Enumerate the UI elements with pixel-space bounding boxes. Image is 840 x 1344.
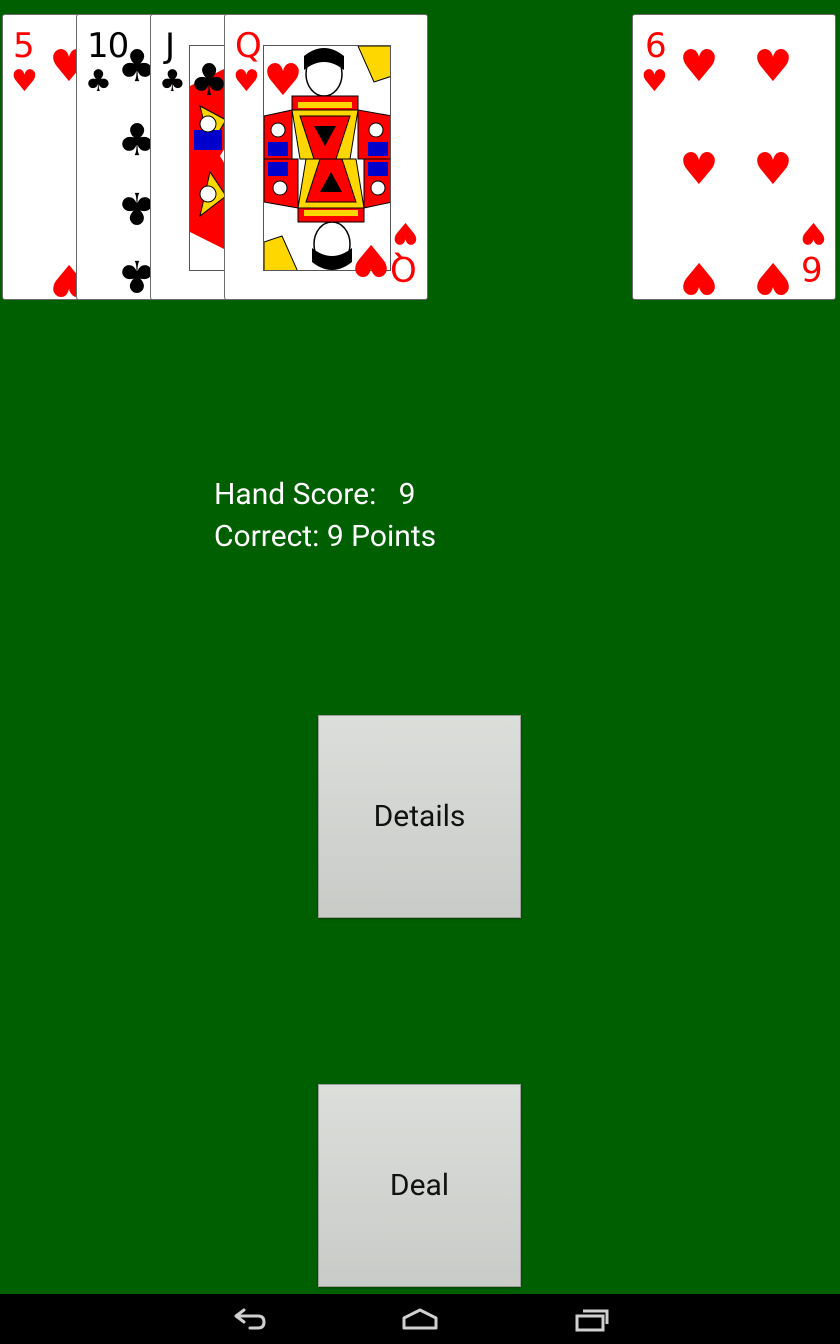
details-button[interactable]: Details [318, 715, 521, 918]
heart-icon: ♥ [679, 41, 719, 92]
card-rank: 6 [645, 26, 667, 66]
recent-apps-icon[interactable] [571, 1304, 611, 1334]
deal-button[interactable]: Deal [318, 1084, 521, 1287]
hand-score-text: Hand Score: 9 [214, 477, 416, 512]
hand-card-4[interactable]: Q ♥ Q ♥ ♥ ♥ [224, 14, 428, 300]
score-panel: Hand Score: 9 Correct: 9 Points [214, 474, 436, 558]
heart-icon: ♥ [392, 215, 419, 250]
heart-icon: ♥ [263, 55, 303, 106]
correct-score-text: Correct: 9 Points [214, 519, 437, 554]
heart-icon: ♥ [800, 215, 827, 250]
heart-icon: ♥ [753, 41, 793, 92]
heart-icon: ♥ [11, 64, 38, 99]
deal-button-label: Deal [389, 1168, 450, 1203]
card-rank: J [165, 26, 175, 66]
club-icon: ♣ [159, 64, 186, 99]
card-rank: Q [391, 248, 417, 288]
heart-icon: ♥ [641, 64, 668, 99]
heart-icon: ♥ [679, 144, 719, 195]
heart-icon: ♥ [753, 252, 793, 300]
club-icon: ♣ [85, 64, 112, 99]
navigation-bar [0, 1294, 840, 1344]
heart-icon: ♥ [679, 252, 719, 300]
home-icon[interactable] [400, 1304, 440, 1334]
card-rank: Q [235, 26, 262, 66]
heart-icon: ♥ [351, 234, 391, 285]
card-table: 5 ♥ ♥ ♥ 10 ♣ ♣ ♣ ♣ ♣ J ♣ ♣ Q ♥ Q ♥ ♥ ♥ 6… [0, 0, 840, 1294]
card-rank: 6 [802, 248, 823, 288]
heart-icon: ♥ [753, 144, 793, 195]
card-rank: 5 [13, 26, 35, 66]
details-button-label: Details [373, 799, 466, 834]
back-icon[interactable] [230, 1304, 270, 1334]
heart-icon: ♥ [233, 64, 260, 99]
starter-card[interactable]: 6 ♥ 6 ♥ ♥ ♥ ♥ ♥ ♥ ♥ [632, 14, 836, 300]
